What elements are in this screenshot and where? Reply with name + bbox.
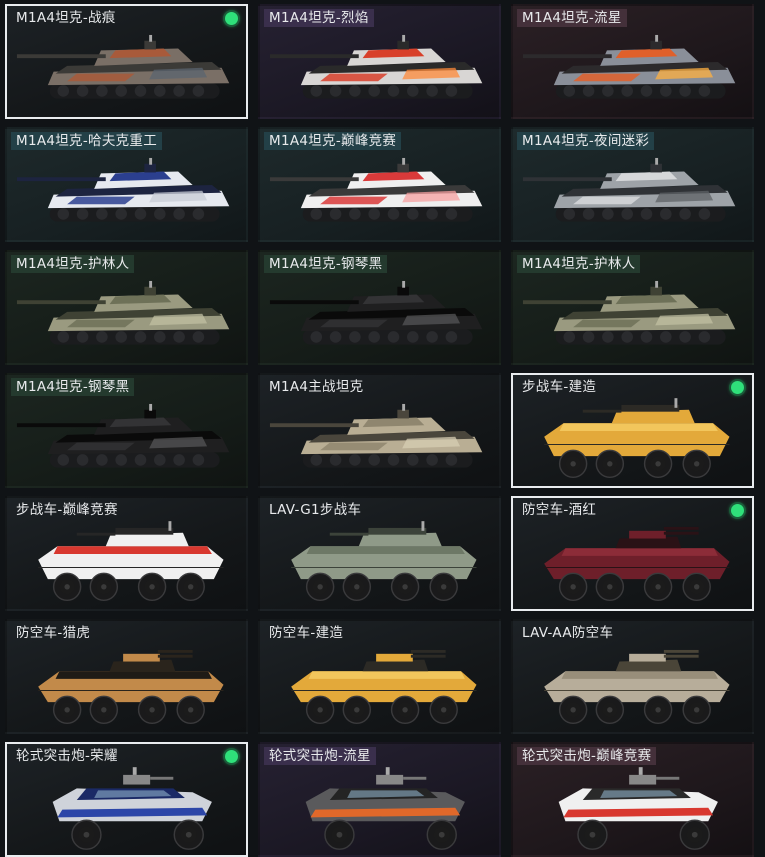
skin-card[interactable]: M1A4坦克-钢琴黑 xyxy=(5,373,248,488)
skin-card[interactable]: M1A4坦克-巅峰竞赛 xyxy=(258,127,501,242)
skin-card[interactable]: M1A4坦克-钢琴黑 xyxy=(258,250,501,365)
skin-card[interactable]: LAV-G1步战车 xyxy=(258,496,501,611)
skin-name: 防空车-猎虎 xyxy=(16,625,91,641)
skin-name: M1A4主战坦克 xyxy=(269,379,364,395)
skin-card[interactable]: 轮式突击炮-荣耀 xyxy=(5,742,248,857)
skin-name: LAV-AA防空车 xyxy=(522,625,614,641)
skin-card[interactable]: 防空车-建造 xyxy=(258,619,501,734)
skin-name: M1A4坦克-哈夫克重工 xyxy=(11,132,163,150)
skin-card[interactable]: M1A4坦克-夜间迷彩 xyxy=(511,127,754,242)
skin-name: M1A4坦克-护林人 xyxy=(517,255,641,273)
skin-card[interactable]: M1A4坦克-战痕 xyxy=(5,4,248,119)
skin-name: M1A4坦克-夜间迷彩 xyxy=(517,132,655,150)
skin-card[interactable]: M1A4坦克-护林人 xyxy=(5,250,248,365)
skin-card[interactable]: M1A4坦克-哈夫克重工 xyxy=(5,127,248,242)
skin-name: LAV-G1步战车 xyxy=(269,502,362,518)
skin-card[interactable]: 步战车-建造 xyxy=(511,373,754,488)
equipped-indicator-icon xyxy=(225,750,238,763)
equipped-indicator-icon xyxy=(731,381,744,394)
skin-card[interactable]: 防空车-猎虎 xyxy=(5,619,248,734)
skin-card[interactable]: M1A4坦克-护林人 xyxy=(511,250,754,365)
skin-name: M1A4坦克-护林人 xyxy=(11,255,135,273)
skin-name: 防空车-酒红 xyxy=(522,502,597,518)
skin-card[interactable]: 防空车-酒红 xyxy=(511,496,754,611)
skin-name: 轮式突击炮-流星 xyxy=(264,747,376,765)
skin-name: 轮式突击炮-荣耀 xyxy=(16,748,118,764)
equipped-indicator-icon xyxy=(225,12,238,25)
skin-name: 步战车-巅峰竞赛 xyxy=(16,502,118,518)
skin-name: M1A4坦克-钢琴黑 xyxy=(11,378,135,396)
skin-name: M1A4坦克-钢琴黑 xyxy=(264,255,388,273)
skin-card[interactable]: 步战车-巅峰竞赛 xyxy=(5,496,248,611)
equipped-indicator-icon xyxy=(731,504,744,517)
skin-card[interactable]: 轮式突击炮-流星 xyxy=(258,742,501,857)
skin-name: M1A4坦克-流星 xyxy=(517,9,627,27)
skin-name: M1A4坦克-烈焰 xyxy=(264,9,374,27)
skin-name: 防空车-建造 xyxy=(269,625,344,641)
skin-name: 步战车-建造 xyxy=(522,379,597,395)
skin-card[interactable]: M1A4主战坦克 xyxy=(258,373,501,488)
skin-name: M1A4坦克-巅峰竞赛 xyxy=(264,132,402,150)
skin-card[interactable]: M1A4坦克-流星 xyxy=(511,4,754,119)
skin-card[interactable]: 轮式突击炮-巅峰竞赛 xyxy=(511,742,754,857)
skin-name: 轮式突击炮-巅峰竞赛 xyxy=(517,747,657,765)
skin-grid: M1A4坦克-战痕 M1A4坦克-烈焰 M1A4坦克-流星 M1A4坦克-哈夫克… xyxy=(5,4,761,857)
skin-name: M1A4坦克-战痕 xyxy=(16,10,116,26)
skin-card[interactable]: LAV-AA防空车 xyxy=(511,619,754,734)
skin-card[interactable]: M1A4坦克-烈焰 xyxy=(258,4,501,119)
